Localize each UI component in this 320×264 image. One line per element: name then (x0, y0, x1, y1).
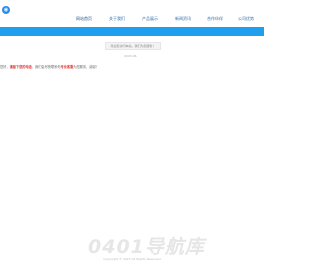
header-banner (0, 27, 264, 36)
logo-icon: ◉ (3, 6, 9, 13)
date-label: 2023-06 (124, 54, 137, 58)
nav-item-home[interactable]: 网站首页 (76, 16, 92, 22)
logo[interactable]: ◉ (2, 6, 10, 14)
message-suffix: 为您服务，谢谢！ (73, 65, 99, 69)
message-text: 您好，请留下您的电话，我们会尽快联系你专业客服为您服务，谢谢！ (0, 64, 99, 70)
main-nav: 网站首页 关于我们 产品展示 新闻资讯 合作伙伴 公司优势 (0, 16, 264, 22)
notice-box: 欢迎您访问本站，我们为您服务！ (105, 42, 161, 50)
watermark-text: 0401导航库 (88, 236, 205, 258)
nav-item-news[interactable]: 新闻资讯 (175, 16, 191, 22)
nav-item-about[interactable]: 关于我们 (109, 16, 125, 22)
message-prefix: 您好， (0, 65, 10, 69)
nav-item-products[interactable]: 产品展示 (142, 16, 158, 22)
nav-item-partners[interactable]: 合作伙伴 (207, 16, 223, 22)
nav-item-advantages[interactable]: 公司优势 (238, 16, 254, 22)
message-middle: ，我们会尽快联系你 (31, 65, 61, 69)
message-highlight-phone: 请留下您的电话 (9, 65, 32, 69)
footer-text: Copyright © 2023 All Rights Reserved (103, 257, 161, 261)
message-highlight-service: 专业客服 (60, 65, 74, 69)
